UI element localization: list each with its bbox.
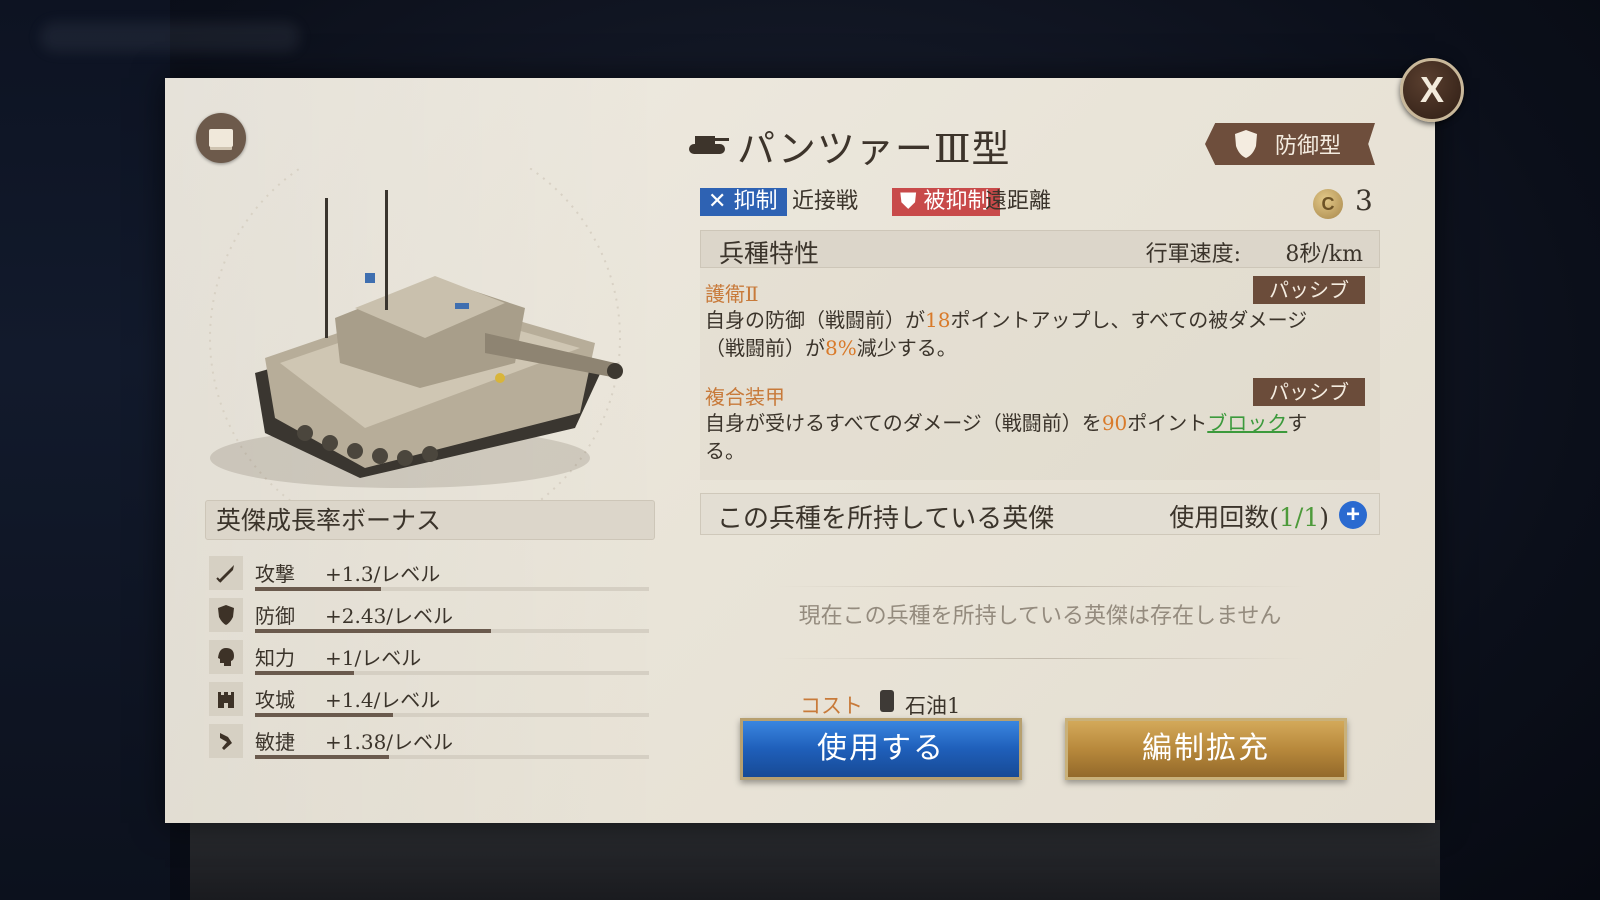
counter-tag: ✕ 抑制 — [700, 188, 788, 216]
crossed-swords-icon: ✕ — [708, 189, 727, 214]
empty-heroes-message: 現在この兵種を所持している英傑は存在しません — [798, 604, 1282, 629]
coin-icon: C — [1313, 189, 1343, 219]
stat-row-siege: 攻城 +1.4/レベル — [209, 682, 649, 722]
stat-bar — [255, 755, 649, 759]
passive-badge: パッシブ — [1253, 378, 1365, 406]
cost-resource: 石油1 — [905, 694, 961, 718]
close-button[interactable]: X — [1400, 58, 1464, 122]
stat-value: +1.3/レベル — [325, 562, 441, 586]
stat-bar — [255, 671, 649, 675]
skill-name: 複合装甲 — [705, 385, 785, 409]
stat-bar-fill — [255, 629, 492, 633]
stat-row-defense: 防御 +2.43/レベル — [209, 598, 649, 638]
background-bottom — [190, 820, 1440, 900]
unit-name: パンツァーⅢ型 — [737, 127, 1011, 171]
stat-bar — [255, 629, 649, 633]
head-icon — [209, 640, 243, 674]
traits-title: 兵種特性 — [719, 239, 820, 268]
countered-tag-label: 被抑制 — [923, 189, 990, 214]
march-speed-label: 行軍速度: — [1145, 242, 1241, 267]
oil-barrel-icon — [880, 690, 894, 712]
passive-badge: パッシブ — [1253, 276, 1365, 304]
countered-tag: ⛊ 被抑制 — [892, 188, 1000, 216]
march-speed-value: 8秒/km — [1285, 242, 1363, 267]
encyclopedia-button[interactable] — [196, 113, 246, 163]
stat-name: 防御 — [255, 604, 295, 628]
unit-detail-panel: 英傑成長率ボーナス 攻撃 +1.3/レベル 防御 +2.43/レベル 知力 +1… — [165, 78, 1435, 823]
stat-bar-fill — [255, 671, 354, 675]
sword-icon — [209, 556, 243, 590]
stat-bar-fill — [255, 587, 382, 591]
castle-icon — [209, 682, 243, 716]
stat-bar — [255, 713, 649, 717]
shield-star-icon: ⛊ — [900, 189, 917, 214]
divider — [775, 586, 1305, 587]
stat-name: 敏捷 — [255, 730, 295, 754]
counter-tag-label: 抑制 — [733, 189, 778, 214]
unit-type-badge: 防御型 — [1205, 123, 1375, 165]
book-icon — [209, 129, 233, 147]
cost-label: コスト — [800, 694, 863, 718]
add-usage-button[interactable]: + — [1339, 501, 1367, 529]
tank-illustration — [209, 168, 623, 528]
unit-type-label: 防御型 — [1275, 134, 1342, 159]
stat-bar-fill — [255, 713, 393, 717]
heroes-header: この兵種を所持している英傑 使用回数(1/1) + — [700, 493, 1380, 535]
shield-icon — [1235, 130, 1257, 158]
stat-bar-fill — [255, 755, 389, 759]
counter-target: 近接戦 — [792, 189, 859, 214]
expand-formation-button[interactable]: 編制拡充 — [1065, 718, 1347, 780]
skill-description: 自身の防御（戦闘前）が18ポイントアップし、すべての被ダメージ（戦闘前）が8%減… — [705, 308, 1308, 360]
use-button[interactable]: 使用する — [740, 718, 1022, 780]
growth-bonus-header: 英傑成長率ボーナス — [205, 500, 655, 540]
divider — [775, 658, 1305, 659]
stat-value: +2.43/レベル — [325, 604, 454, 628]
stat-name: 攻城 — [255, 688, 295, 712]
stat-name: 攻撃 — [255, 562, 295, 586]
stat-row-intelligence: 知力 +1/レベル — [209, 640, 649, 680]
skill-description: 自身が受けるすべてのダメージ（戦闘前）を90ポイントブロックする。 — [705, 411, 1308, 463]
stat-value: +1.4/レベル — [325, 688, 441, 712]
unit-cost-value: 3 — [1355, 184, 1373, 217]
background-blur — [40, 22, 300, 52]
heroes-title: この兵種を所持している英傑 — [717, 504, 1055, 534]
skill-name: 護衛Ⅱ — [705, 282, 759, 306]
stat-row-attack: 攻撃 +1.3/レベル — [209, 556, 649, 596]
background-left — [0, 0, 170, 900]
boot-icon — [209, 724, 243, 758]
tank-icon — [689, 136, 729, 154]
stat-row-agility: 敏捷 +1.38/レベル — [209, 724, 649, 764]
stat-bar — [255, 587, 649, 591]
countered-by: 遠距離 — [985, 189, 1052, 214]
stat-name: 知力 — [255, 646, 295, 670]
traits-header: 兵種特性 行軍速度: 8秒/km — [700, 230, 1380, 268]
stat-value: +1/レベル — [325, 646, 422, 670]
block-link[interactable]: ブロック — [1207, 411, 1287, 435]
stat-value: +1.38/レベル — [325, 730, 454, 754]
usage-count: 使用回数(1/1) — [1169, 503, 1329, 532]
shield-icon — [209, 598, 243, 632]
